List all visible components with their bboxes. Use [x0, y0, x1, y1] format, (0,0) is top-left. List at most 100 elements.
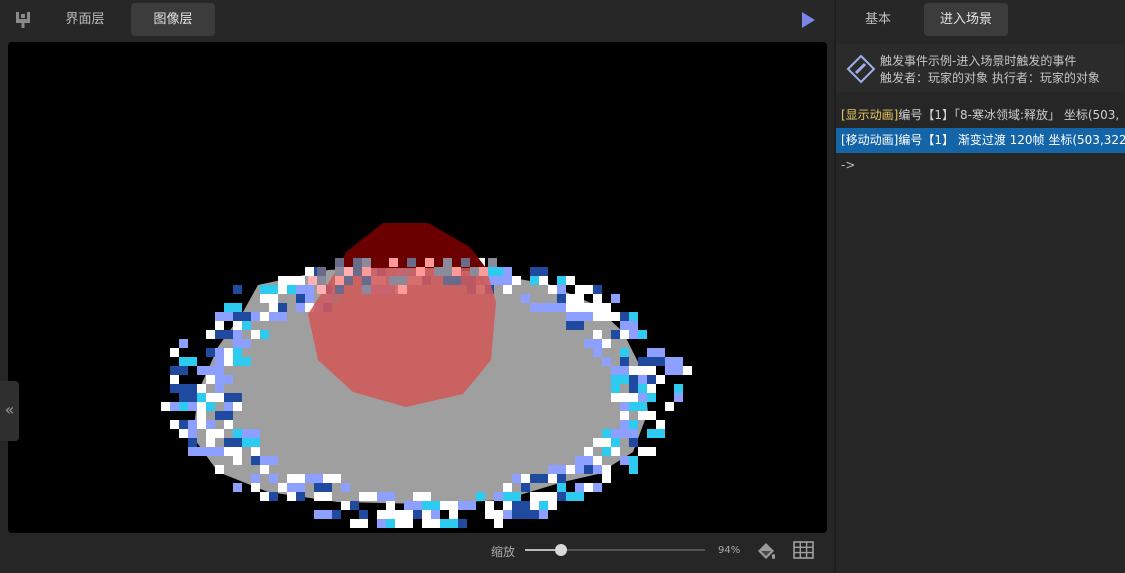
play-icon[interactable] [797, 9, 819, 31]
ice-pixel [395, 519, 413, 528]
ice-pixel [629, 402, 647, 411]
ice-pixel [215, 348, 224, 357]
ice-pixel [629, 375, 638, 384]
red-zone-edge-pixel [362, 285, 371, 294]
ice-pixel [206, 330, 215, 339]
command-end-marker[interactable]: -> [836, 153, 1125, 178]
ice-pixel [593, 465, 602, 474]
command-row-selected[interactable]: [移动动画]编号【1】 渐变过渡 120帧 坐标(503,322 [836, 128, 1125, 153]
ice-pixel [278, 285, 287, 294]
ice-pixel [584, 447, 593, 456]
red-zone-edge-pixel [317, 276, 326, 285]
ice-pixel [161, 402, 170, 411]
tab-enter-scene[interactable]: 进入场景 [924, 3, 1008, 36]
red-zone-edge-pixel [470, 267, 479, 276]
ice-pixel [170, 420, 179, 429]
double-chevron-left-icon[interactable]: « [0, 381, 19, 441]
ice-pixel [224, 348, 233, 357]
ice-pixel [350, 501, 359, 510]
ice-pixel [611, 294, 620, 303]
ice-pixel [485, 501, 494, 510]
ice-pixel [611, 366, 620, 375]
red-zone-edge-pixel [443, 276, 452, 285]
red-zone-edge-pixel [398, 276, 407, 285]
ice-pixel [296, 483, 305, 492]
ice-pixel [530, 303, 548, 312]
ice-pixel [296, 294, 305, 303]
ice-pixel [611, 384, 620, 393]
ice-pixel [629, 384, 638, 393]
zoom-label: 缩放 [491, 545, 516, 559]
ice-pixel [260, 456, 269, 465]
ice-pixel [548, 285, 557, 294]
ice-pixel [314, 492, 332, 501]
ice-pixel [350, 519, 368, 528]
ice-pixel [584, 483, 593, 492]
ice-pixel [557, 465, 566, 474]
ice-pixel [602, 357, 611, 366]
ice-pixel [647, 366, 656, 375]
ice-pixel [377, 510, 395, 519]
bottom-toolbar: 缩放 94% [0, 533, 834, 573]
ice-pixel [566, 312, 584, 321]
ice-pixel [521, 483, 530, 492]
ice-pixel [647, 375, 656, 384]
ice-pixel [197, 393, 206, 402]
ice-pixel [674, 384, 683, 393]
red-zone-edge-pixel [353, 258, 362, 267]
ice-pixel [413, 492, 431, 501]
ice-pixel [314, 510, 332, 519]
ice-pixel [287, 492, 296, 501]
grid-icon[interactable] [793, 541, 814, 559]
red-zone-edge-pixel [317, 267, 326, 276]
ice-pixel [557, 294, 566, 303]
ice-pixel [233, 429, 242, 438]
left-pane: 界面层 图像层 « 缩放 94% [0, 0, 834, 573]
ice-pixel [233, 357, 251, 366]
tab-basic[interactable]: 基本 [842, 3, 914, 36]
ice-pixel [557, 285, 566, 294]
ice-pixel [629, 312, 638, 321]
ice-pixel [179, 339, 188, 348]
ice-pixel [206, 438, 215, 447]
right-pane: 基本 进入场景 触发事件示例-进入场景时触发的事件 触发者：玩家的对象 执行者：… [836, 0, 1125, 573]
ice-pixel [278, 483, 287, 492]
red-zone-edge-pixel [335, 258, 344, 267]
ice-pixel [215, 375, 233, 384]
ice-pixel [305, 285, 314, 294]
ice-pixel [386, 519, 395, 528]
scene-canvas[interactable] [8, 42, 827, 533]
ice-pixel [215, 411, 233, 420]
ice-pixel [548, 474, 557, 483]
ice-pixel [539, 501, 548, 510]
ice-pixel [512, 510, 521, 519]
ice-pixel [575, 285, 593, 294]
zoom-slider[interactable] [525, 544, 705, 556]
ice-pixel [503, 285, 512, 294]
ice-pixel [530, 267, 548, 276]
ice-pixel [314, 483, 332, 492]
ice-pixel [215, 330, 233, 339]
zoom-slider-thumb[interactable] [555, 544, 567, 556]
command-tag: [显示动画] [841, 108, 899, 122]
ice-pixel [665, 402, 674, 411]
ice-pixel [593, 348, 602, 357]
tab-image-layer[interactable]: 图像层 [131, 3, 215, 36]
ice-pixel [620, 393, 638, 402]
ice-pixel [215, 312, 233, 321]
ice-pixel [539, 276, 548, 285]
red-zone-edge-pixel [335, 267, 344, 276]
ice-pixel [197, 420, 206, 429]
command-row[interactable]: [显示动画]编号【1】「8-寒冰领域:释放」 坐标(503, [836, 103, 1125, 128]
ice-pixel [206, 375, 215, 384]
red-zone-edge-pixel [389, 258, 398, 267]
ice-pixel [233, 339, 242, 348]
ice-pixel [215, 384, 224, 393]
red-zone-edge-pixel [443, 267, 452, 276]
ice-pixel [224, 447, 233, 456]
ice-pixel [386, 501, 395, 510]
ice-pixel [611, 393, 620, 402]
tab-ui-layer[interactable]: 界面层 [52, 3, 118, 36]
ice-pixel [215, 366, 224, 375]
paint-bucket-icon[interactable] [755, 540, 777, 562]
